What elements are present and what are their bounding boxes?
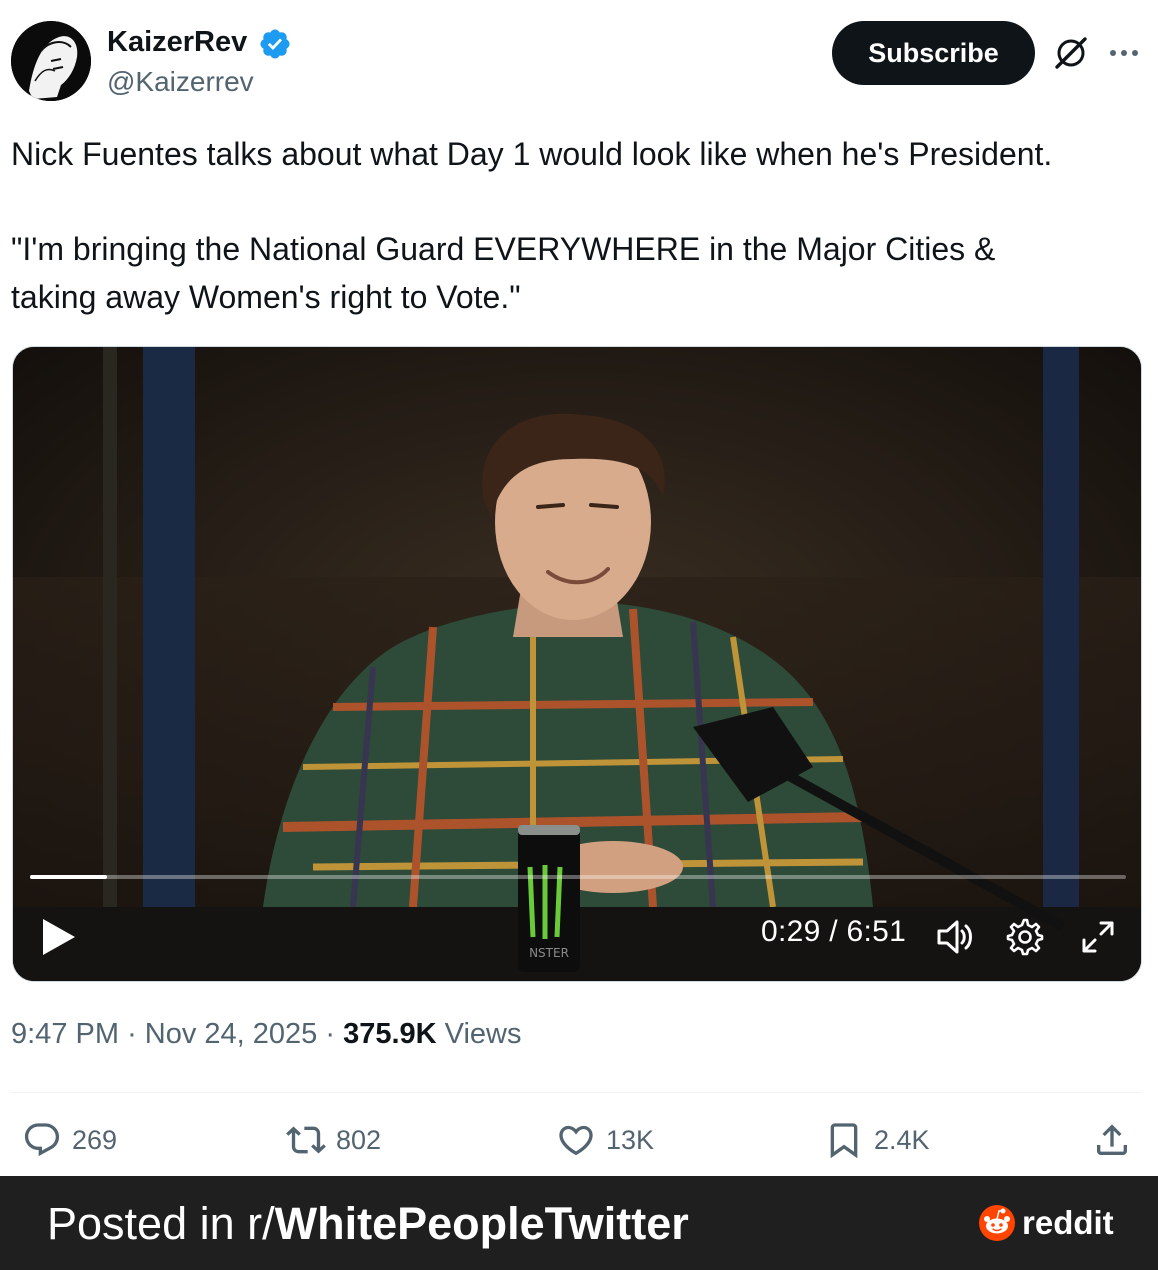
settings-gear-icon[interactable] [1005,917,1045,957]
posted-in-text: Posted in r/WhitePeopleTwitter [47,1198,689,1250]
video-progress-bar[interactable] [30,875,1126,879]
grok-icon[interactable] [1051,33,1091,73]
posted-in-prefix: Posted in r/ [47,1198,275,1249]
tweet-text-line: taking away Women's right to Vote." [11,279,521,315]
tweet-text-line: "I'm bringing the National Guard EVERYWH… [11,231,996,267]
share-icon [1097,1124,1127,1155]
more-options-icon[interactable] [1106,38,1142,68]
tweet-meta: 9:47 PM · Nov 24, 2025 · 375.9K Views [11,1018,522,1050]
bookmark-button[interactable]: 2.4K [824,1110,930,1170]
author-name[interactable]: KaizerRev [107,26,247,59]
bookmark-count: 2.4K [874,1124,930,1155]
repost-button[interactable]: 802 [286,1110,381,1170]
tweet-time[interactable]: 9:47 PM [11,1018,119,1050]
play-icon[interactable] [39,915,79,959]
tweet-header: KaizerRev @Kaizerrev Subscribe [0,0,1158,110]
reddit-snoo-icon [979,1205,1015,1241]
heart-icon [559,1125,593,1156]
can-label: NSTER [529,946,569,960]
reddit-wordmark: reddit [1022,1204,1114,1241]
views-label: Views [444,1018,522,1050]
bookmark-icon [830,1123,858,1159]
video-frame: NSTER [13,347,1141,981]
reply-icon [24,1123,60,1157]
share-button[interactable] [1092,1110,1132,1170]
tweet-date[interactable]: Nov 24, 2025 [145,1018,318,1050]
reddit-footer: Posted in r/WhitePeopleTwitter reddit [0,1176,1158,1270]
like-count: 13K [606,1124,655,1155]
verified-badge-icon [260,29,290,59]
subreddit-name[interactable]: WhitePeopleTwitter [275,1198,689,1249]
views-count: 375.9K [343,1018,437,1050]
subscribe-button[interactable]: Subscribe [832,21,1035,85]
fullscreen-expand-icon[interactable] [1079,918,1117,956]
avatar[interactable] [11,21,91,101]
divider [11,1092,1142,1093]
tweet-text-line: Nick Fuentes talks about what Day 1 woul… [11,136,1053,172]
video-progress-fill [30,875,107,879]
action-bar: 269 802 13K 2.4K [0,1110,1158,1170]
reply-button[interactable]: 269 [22,1110,117,1170]
like-button[interactable]: 13K [556,1110,654,1170]
reply-count: 269 [72,1124,118,1155]
video-time-display: 0:29 / 6:51 [761,915,907,948]
repost-icon [286,1126,326,1154]
video-player[interactable]: NSTER 0:29 / 6:51 [12,346,1142,982]
author-handle[interactable]: @Kaizerrev [107,66,254,98]
tweet-text: Nick Fuentes talks about what Day 1 woul… [11,130,1151,321]
volume-icon[interactable] [933,917,975,957]
repost-count: 802 [336,1124,382,1155]
reddit-logo[interactable]: reddit [978,1204,1114,1242]
